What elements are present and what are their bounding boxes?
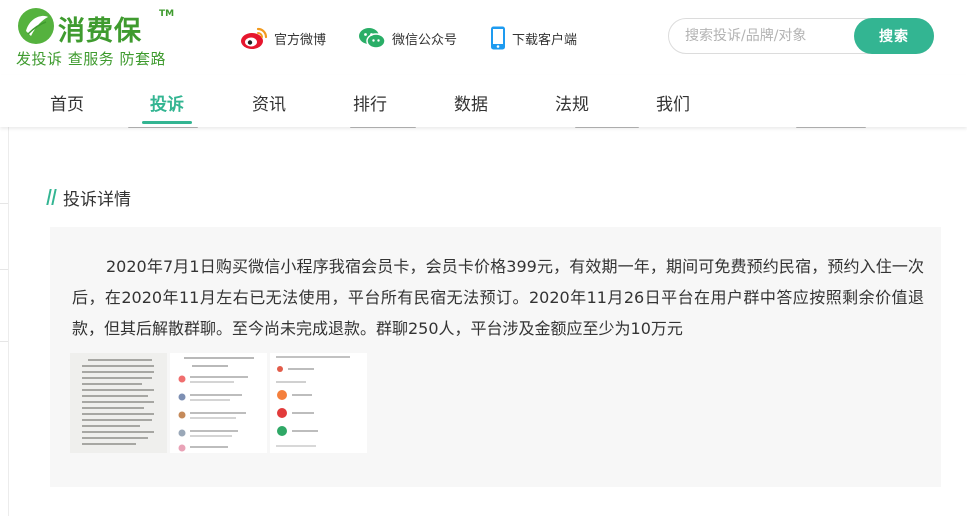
double-slash-icon (46, 189, 57, 205)
nav-item-regulations[interactable]: 法规 (555, 90, 589, 115)
main-nav: 首页 投诉 资讯 排行 数据 法规 我们 (0, 75, 967, 127)
section-header: 投诉详情 (46, 186, 131, 210)
wechat-link[interactable]: 微信公众号 (358, 24, 457, 52)
nav-item-complaints[interactable]: 投诉 (150, 90, 184, 115)
nav-item-about[interactable]: 我们 (656, 90, 690, 115)
weibo-link-label: 官方微博 (274, 32, 327, 48)
phone-icon (491, 26, 505, 50)
brand-name: 消费保 (58, 16, 142, 47)
attachment-thumbnail[interactable] (170, 353, 267, 453)
nav-item-news[interactable]: 资讯 (252, 90, 286, 115)
sidebar-divider (0, 269, 8, 270)
attachment-thumbnail[interactable] (70, 353, 167, 453)
screenshot-image (178, 357, 254, 452)
download-app-link[interactable]: 下载客户端 (490, 24, 577, 52)
nav-item-home[interactable]: 首页 (50, 90, 84, 115)
site-logo[interactable]: 消费保 TM 发投诉 查服务 防套路 (14, 6, 184, 68)
site-header: 消费保 TM 发投诉 查服务 防套路 官方微博 微信公众号 下载客户端 搜索投诉… (0, 0, 967, 75)
nav-item-data[interactable]: 数据 (454, 90, 488, 115)
wechat-icon (359, 28, 386, 49)
left-sidebar-edge (0, 127, 9, 516)
attachment-gallery (70, 353, 367, 453)
screenshot-image (276, 356, 350, 447)
search-input[interactable] (685, 26, 850, 46)
weibo-link[interactable]: 官方微博 (240, 24, 326, 52)
brand-slogan: 发投诉 查服务 防套路 (16, 50, 167, 68)
search-bar: 搜索 (668, 18, 934, 54)
attachment-thumbnail[interactable] (270, 353, 367, 453)
search-button[interactable]: 搜索 (854, 18, 934, 54)
complaint-detail-card: 2020年7月1日购买微信小程序我宿会员卡，会员卡价格399元，有效期一年，期间… (50, 227, 941, 487)
active-tab-indicator (142, 121, 192, 124)
screenshot-image (82, 359, 154, 445)
sidebar-divider (0, 203, 8, 204)
trademark-mark: TM (159, 9, 175, 19)
complaint-text: 2020年7月1日购买微信小程序我宿会员卡，会员卡价格399元，有效期一年，期间… (72, 257, 924, 338)
wechat-link-label: 微信公众号 (392, 32, 458, 48)
nav-item-rankings[interactable]: 排行 (353, 90, 387, 115)
sidebar-divider (0, 341, 8, 342)
weibo-icon (241, 27, 268, 49)
download-app-label: 下载客户端 (512, 32, 578, 48)
leaf-logo-icon (18, 8, 54, 44)
scrolled-content-edge (120, 127, 880, 133)
section-title: 投诉详情 (63, 189, 131, 210)
